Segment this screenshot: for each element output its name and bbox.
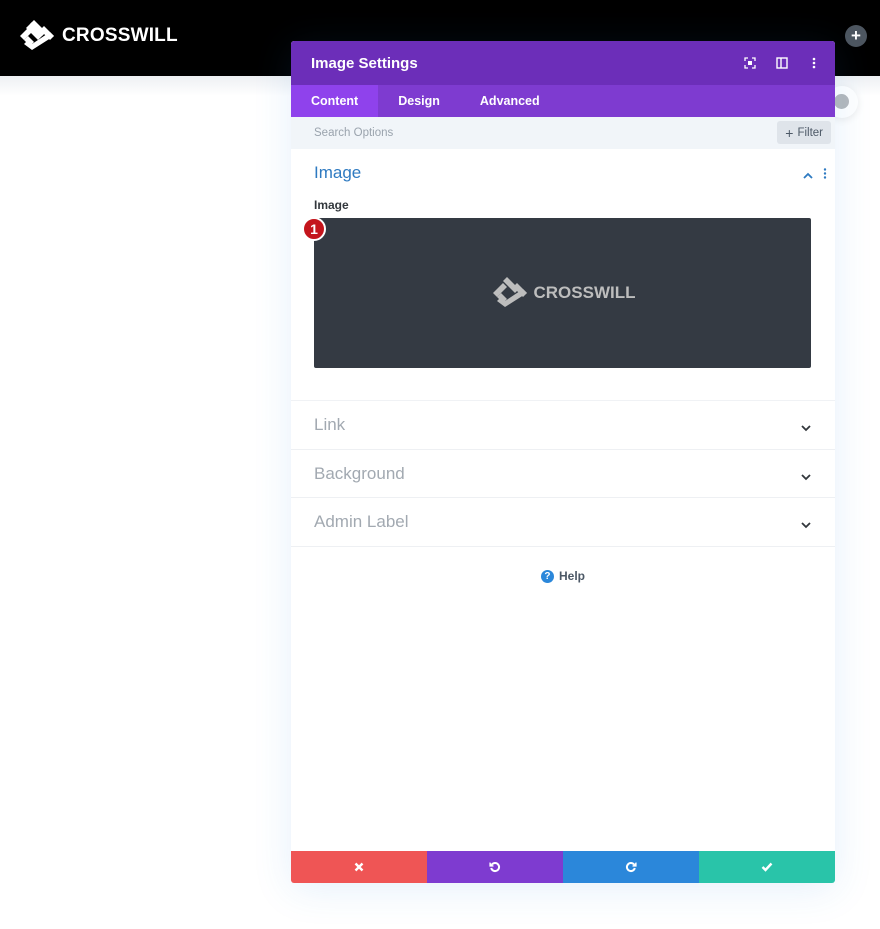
redo-button[interactable] bbox=[563, 851, 699, 883]
close-icon bbox=[354, 862, 364, 872]
section-background[interactable]: Background bbox=[291, 450, 835, 498]
modal-header: Image Settings bbox=[291, 41, 835, 85]
modal-footer bbox=[291, 851, 835, 883]
modal-title: Image Settings bbox=[311, 54, 418, 72]
settings-modal: Image Settings Content Design Advanced S… bbox=[291, 41, 835, 883]
image-field-label: Image bbox=[314, 198, 349, 212]
plus-icon: + bbox=[785, 124, 794, 141]
redo-icon bbox=[625, 862, 637, 873]
crosswill-logo-icon bbox=[492, 277, 527, 307]
preview-logo-text: CROSSWILL bbox=[533, 283, 636, 302]
filter-label: Filter bbox=[797, 126, 823, 139]
section-title-background: Background bbox=[314, 463, 405, 483]
image-upload-preview[interactable]: CROSSWILL bbox=[314, 218, 811, 368]
chevron-up-icon[interactable] bbox=[803, 166, 813, 184]
section-link[interactable]: Link bbox=[291, 401, 835, 450]
modal-tabs: Content Design Advanced bbox=[291, 85, 835, 117]
crosswill-logo-icon bbox=[20, 20, 54, 50]
tab-advanced[interactable]: Advanced bbox=[460, 85, 560, 117]
tab-content[interactable]: Content bbox=[291, 85, 379, 117]
section-image: Image Image CROSSWILL 1 bbox=[291, 149, 835, 401]
preview-logo: CROSSWILL bbox=[490, 277, 636, 309]
chevron-down-icon[interactable] bbox=[801, 468, 811, 486]
filter-button[interactable]: + Filter bbox=[777, 121, 831, 144]
chevron-down-icon[interactable] bbox=[801, 419, 811, 437]
help-icon: ? bbox=[540, 569, 554, 583]
help-link[interactable]: ? Help bbox=[291, 569, 835, 583]
undo-icon bbox=[489, 862, 501, 873]
undo-button[interactable] bbox=[427, 851, 563, 883]
help-label: Help bbox=[558, 569, 585, 583]
site-logo-text: CROSSWILL bbox=[62, 25, 178, 46]
save-button[interactable] bbox=[699, 851, 835, 883]
search-bar: + Filter bbox=[291, 117, 835, 149]
plus-icon: + bbox=[851, 26, 861, 45]
section-title-image[interactable]: Image bbox=[314, 163, 361, 183]
section-admin-label[interactable]: Admin Label bbox=[291, 498, 835, 547]
fullscreen-icon[interactable] bbox=[743, 56, 757, 70]
more-options-icon[interactable] bbox=[807, 56, 821, 70]
check-icon bbox=[761, 862, 773, 872]
section-more-icon[interactable] bbox=[823, 166, 827, 184]
split-view-icon[interactable] bbox=[775, 56, 789, 70]
add-module-button[interactable]: + bbox=[845, 25, 867, 47]
search-options-input[interactable] bbox=[314, 127, 614, 139]
chevron-down-icon[interactable] bbox=[801, 516, 811, 534]
site-logo[interactable]: CROSSWILL bbox=[18, 20, 178, 52]
section-title-link: Link bbox=[314, 415, 346, 434]
cancel-button[interactable] bbox=[291, 851, 427, 883]
step-badge: 1 bbox=[302, 217, 326, 241]
section-title-admin-label: Admin Label bbox=[314, 512, 409, 531]
globe-icon bbox=[834, 94, 849, 109]
tab-design[interactable]: Design bbox=[378, 85, 460, 117]
